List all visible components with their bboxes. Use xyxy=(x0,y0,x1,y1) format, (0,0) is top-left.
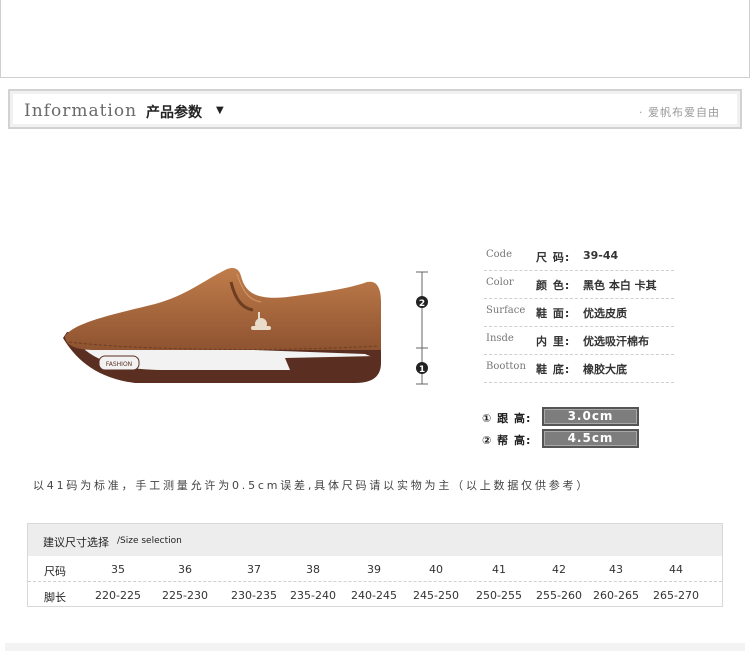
foot-length-cell: 235-240 xyxy=(290,589,336,602)
top-blank-panel xyxy=(0,0,750,78)
size-table-title-cn: 建议尺寸选择 xyxy=(43,536,109,549)
spec-value: 优选吸汗棉布 xyxy=(583,335,649,348)
information-bar: Information 产品参数 ▼ · 爱帆布爱自由 xyxy=(8,89,742,129)
shoe-image: FASHION xyxy=(63,268,381,383)
spec-key: 鞋 底: xyxy=(536,363,571,376)
heel-height-row: ① 跟 高: 3.0cm xyxy=(482,407,652,429)
spec-row-inside: Insde 内 里: 优选吸汗棉布 xyxy=(484,327,674,355)
spec-en-label: Code xyxy=(486,249,512,260)
heel-height-label: ① 跟 高: xyxy=(482,412,532,425)
heel-height-value: 3.0cm xyxy=(542,407,639,426)
foot-length-cell: 240-245 xyxy=(351,589,397,602)
upper-height-row: ② 帮 高: 4.5cm xyxy=(482,429,652,451)
foot-length-cell: 220-225 xyxy=(95,589,141,602)
foot-length-cell: 245-250 xyxy=(413,589,459,602)
foot-length-cell: 225-230 xyxy=(162,589,208,602)
measurement-note: 以41码为标准，手工测量允许为0.5cm误差,具体尺码请以实物为主（以上数据仅供… xyxy=(33,479,591,492)
spec-key: 内 里: xyxy=(536,335,571,348)
spec-en-label: Surface xyxy=(486,305,526,316)
foot-length-row-label: 脚长 xyxy=(44,591,66,604)
spec-key: 尺 码: xyxy=(536,251,571,264)
information-title: Information xyxy=(24,101,138,121)
size-table: 建议尺寸选择 /Size selection 尺码 35 36 37 38 39 40 41… xyxy=(27,523,723,607)
spec-key: 颜 色: xyxy=(536,279,571,292)
foot-length-row: 脚长 220-225 225-230 230-235 235-240 240-245 24… xyxy=(28,583,722,608)
bottom-strip xyxy=(5,643,745,651)
spec-key: 鞋 面: xyxy=(536,307,571,320)
size-row-label: 尺码 xyxy=(44,565,66,578)
spec-list: Code 尺 码: 39-44 Color 颜 色: 黑色 本白 卡其 Surf… xyxy=(484,243,674,383)
spec-value: 黑色 本白 卡其 xyxy=(583,279,657,292)
size-table-header: 建议尺寸选择 /Size selection xyxy=(28,524,722,556)
spec-row-bottom: Bootton 鞋 底: 橡胶大底 xyxy=(484,355,674,383)
size-cell: 40 xyxy=(429,563,443,576)
upper-height-value: 4.5cm xyxy=(542,429,639,448)
size-cell: 44 xyxy=(669,563,683,576)
foot-length-cell: 265-270 xyxy=(653,589,699,602)
height-specs: ① 跟 高: 3.0cm ② 帮 高: 4.5cm xyxy=(482,407,652,451)
size-cell: 38 xyxy=(306,563,320,576)
size-cell: 39 xyxy=(367,563,381,576)
size-cell: 35 xyxy=(111,563,125,576)
triangle-down-icon: ▼ xyxy=(216,105,224,116)
brand-slogan: · 爱帆布爱自由 xyxy=(639,106,720,119)
size-cell: 36 xyxy=(178,563,192,576)
marker-1: 1 xyxy=(419,365,425,375)
spec-en-label: Color xyxy=(486,277,514,288)
spec-row-surface: Surface 鞋 面: 优选皮质 xyxy=(484,299,674,327)
spec-en-label: Bootton xyxy=(486,361,526,372)
spec-row-color: Color 颜 色: 黑色 本白 卡其 xyxy=(484,271,674,299)
upper-height-label: ② 帮 高: xyxy=(482,434,532,447)
spec-value: 39-44 xyxy=(583,249,619,262)
spec-en-label: Insde xyxy=(486,333,514,344)
spec-value: 优选皮质 xyxy=(583,307,627,320)
spec-value: 橡胶大底 xyxy=(583,363,627,376)
product-params-title: 产品参数 xyxy=(146,105,202,121)
size-table-title-en: /Size selection xyxy=(117,536,182,546)
marker-2: 2 xyxy=(419,299,425,309)
height-measure-guide: 2 1 xyxy=(416,271,428,385)
fashion-tag-text: FASHION xyxy=(106,361,132,368)
spec-row-code: Code 尺 码: 39-44 xyxy=(484,243,674,271)
size-row: 尺码 35 36 37 38 39 40 41 42 43 44 xyxy=(28,557,722,582)
